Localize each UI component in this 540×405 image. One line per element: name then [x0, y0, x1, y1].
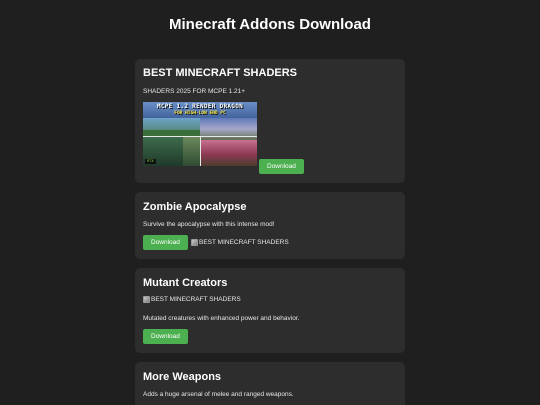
card-title: Mutant Creators [143, 277, 228, 289]
card-title: More Weapons [143, 371, 222, 383]
card-description: Adds a huge arsenal of melee and ranged … [143, 391, 294, 398]
broken-image: BEST MINECRAFT SHADERS [143, 296, 241, 303]
thumbnail-subtitle: FOR HIGH-LOW END PC [174, 111, 226, 116]
addon-card-shaders: BEST MINECRAFT SHADERS SHADERS 2025 FOR … [135, 59, 405, 183]
page: Minecraft Addons Download BEST MINECRAFT… [0, 0, 540, 405]
rtx-badge: RTX [145, 159, 156, 164]
card-subtitle: SHADERS 2025 FOR MCPE 1.21+ [143, 88, 246, 95]
card-title: Zombie Apocalypse [143, 201, 247, 213]
card-description: Survive the apocalypse with this intense… [143, 221, 275, 228]
card-description: Mutated creatures with enhanced power an… [143, 315, 300, 322]
broken-image-icon [143, 296, 150, 303]
download-button[interactable]: Download [143, 329, 188, 344]
image-alt-text: BEST MINECRAFT SHADERS [199, 239, 289, 246]
addon-card-mutant-creators: Mutant Creators BEST MINECRAFT SHADERS M… [135, 268, 405, 353]
download-button[interactable]: Download [143, 235, 188, 250]
card-title: BEST MINECRAFT SHADERS [143, 67, 298, 79]
thumbnail-title: MCPE 1.2 RENDER DRAGON [156, 103, 244, 110]
image-alt-text: BEST MINECRAFT SHADERS [151, 296, 241, 303]
broken-image: BEST MINECRAFT SHADERS [191, 239, 289, 246]
download-button[interactable]: Download [259, 159, 304, 174]
broken-image-icon [191, 239, 198, 246]
shader-thumbnail[interactable]: MCPE 1.2 RENDER DRAGON FOR HIGH-LOW END … [143, 102, 257, 166]
addon-card-more-weapons: More Weapons Adds a huge arsenal of mele… [135, 362, 405, 405]
addon-card-zombie-apocalypse: Zombie Apocalypse Survive the apocalypse… [135, 192, 405, 259]
page-title: Minecraft Addons Download [169, 16, 371, 33]
